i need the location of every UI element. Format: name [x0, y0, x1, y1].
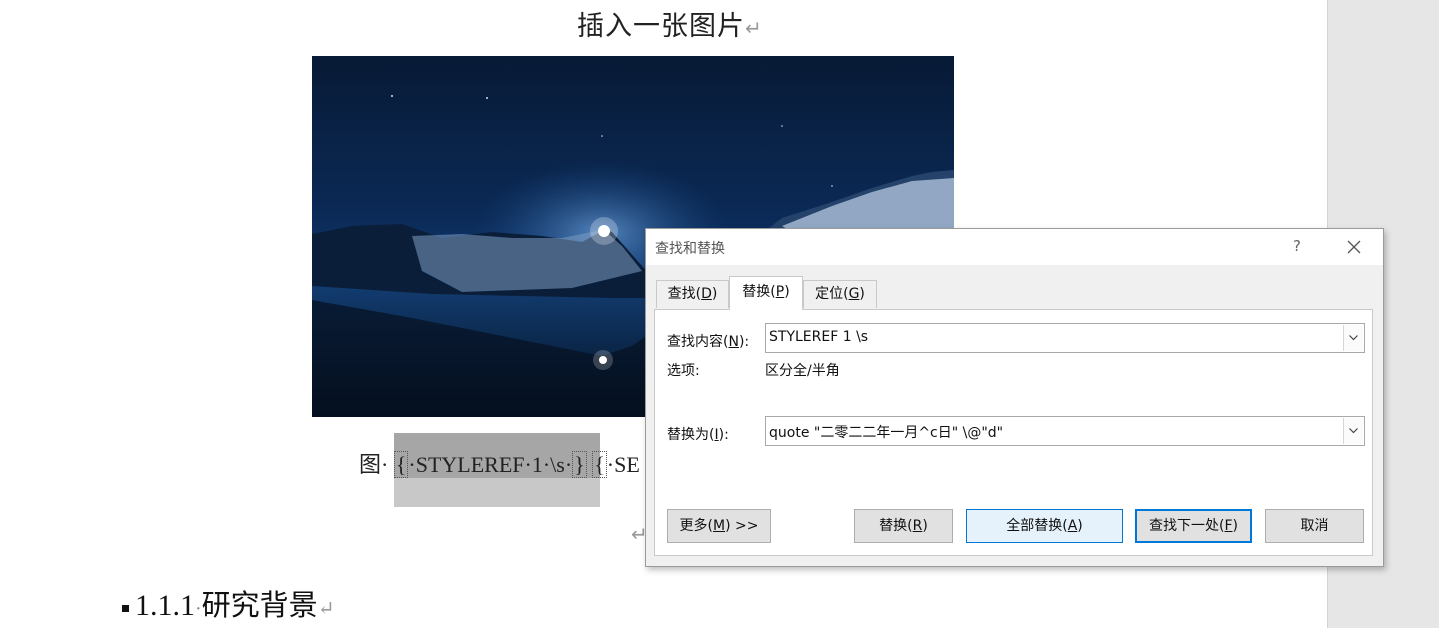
- section-separator: ·: [195, 598, 202, 620]
- tab-goto[interactable]: 定位(G): [803, 280, 877, 308]
- caption-prefix: 图·: [359, 452, 389, 477]
- replace-history-dropdown[interactable]: [1343, 418, 1363, 444]
- field-brace-close: }: [572, 451, 587, 478]
- dialog-title: 查找和替换: [655, 241, 725, 257]
- replace-panel: 查找内容(N): STYLEREF 1 \s 选项: 区分全/半角 替换为(I)…: [654, 309, 1373, 556]
- paragraph-mark: ↵: [317, 598, 335, 620]
- seq-field-code[interactable]: ·SE: [607, 452, 640, 477]
- replace-with-input[interactable]: quote "二零二二年一月^c日" \@"d": [765, 416, 1365, 446]
- replace-button[interactable]: 替换(R): [854, 509, 953, 543]
- figure-caption[interactable]: 图· {·STYLEREF·1·\s·} {·SE: [359, 447, 640, 479]
- field-brace-open-2: {: [592, 451, 607, 478]
- section-title: 研究背景: [201, 588, 318, 622]
- section-number: 1.1.1: [135, 589, 195, 622]
- close-button[interactable]: [1344, 237, 1364, 257]
- options-label: 选项:: [667, 363, 700, 379]
- dialog-titlebar[interactable]: 查找和替换 ?: [646, 229, 1383, 265]
- caption-heading[interactable]: 插入一张图片↵: [577, 4, 763, 43]
- close-icon: [1347, 240, 1361, 254]
- help-button[interactable]: ?: [1289, 237, 1305, 255]
- heading-text: 插入一张图片: [577, 11, 745, 42]
- field-brace-open: {: [393, 451, 409, 478]
- options-value: 区分全/半角: [765, 363, 840, 379]
- find-next-button[interactable]: 查找下一处(F): [1135, 509, 1252, 543]
- find-what-input[interactable]: STYLEREF 1 \s: [765, 323, 1365, 353]
- more-button[interactable]: 更多(M) >>: [667, 509, 771, 543]
- chevron-down-icon: [1349, 335, 1358, 341]
- paragraph-mark: ↵: [745, 16, 763, 40]
- find-replace-dialog[interactable]: 查找和替换 ? 查找(D) 替换(P) 定位(G) 查找内容(N): STYLE…: [645, 228, 1384, 567]
- replace-with-label: 替换为(I):: [667, 427, 729, 443]
- tab-find[interactable]: 查找(D): [656, 280, 729, 308]
- heading-bullet-icon: [122, 604, 129, 612]
- tab-replace[interactable]: 替换(P): [729, 276, 803, 310]
- replace-with-value: quote "二零二二年一月^c日" \@"d": [769, 425, 1004, 441]
- replace-all-button[interactable]: 全部替换(A): [966, 509, 1123, 543]
- find-what-label: 查找内容(N):: [667, 334, 750, 350]
- section-heading[interactable]: 1.1.1·研究背景↵: [122, 582, 334, 624]
- chevron-down-icon: [1349, 428, 1358, 434]
- cancel-button[interactable]: 取消: [1265, 509, 1364, 543]
- styleref-field-code[interactable]: ·STYLEREF·1·\s·: [408, 452, 572, 477]
- find-what-value: STYLEREF 1 \s: [769, 329, 869, 345]
- find-history-dropdown[interactable]: [1343, 325, 1363, 351]
